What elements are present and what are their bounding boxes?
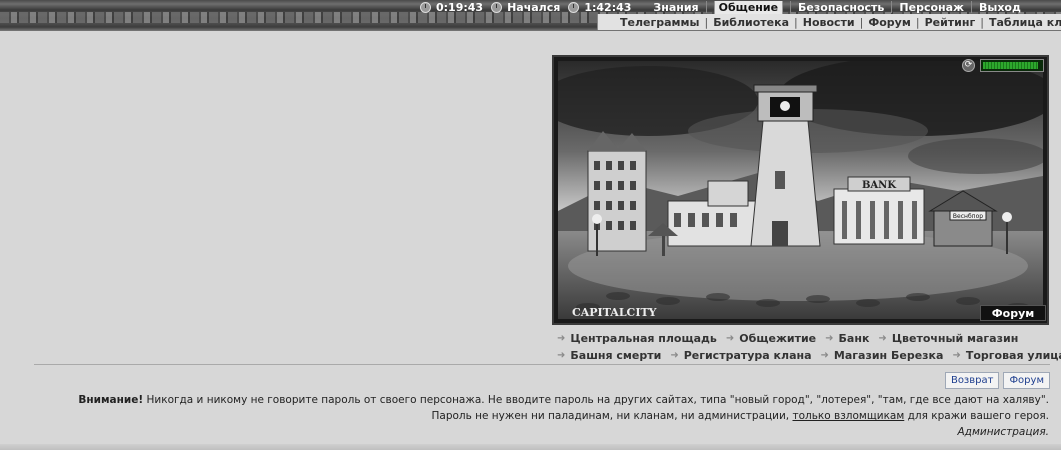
location-links: ➜ Центральная площадь ➜ Общежитие ➜ Банк ➜ Ц…: [557, 330, 1061, 364]
clock-time: 0:19:43: [436, 0, 484, 14]
submenu: Телеграммы | Библиотека | Новости | Фору…: [597, 14, 1061, 30]
menu-security[interactable]: Безопасность: [798, 1, 884, 14]
city-scene-frame: BANK Веснбпор: [552, 55, 1049, 325]
notice-text-2a: Пароль не нужен ни паладинам, ни кланам,…: [431, 410, 793, 422]
location-death-tower[interactable]: ➜ Башня смерти: [557, 347, 661, 364]
location-bank[interactable]: ➜ Банк: [825, 330, 869, 347]
menu-knowledge[interactable]: Знания: [653, 1, 698, 14]
arrow-right-icon: ➜: [557, 333, 566, 344]
top-bar: 0:19:43 Начался 1:42:43 Знания Общение Б…: [0, 0, 1061, 31]
main-menu: 0:19:43 Начался 1:42:43 Знания Общение Б…: [420, 0, 1028, 14]
location-central-square[interactable]: ➜ Центральная площадь: [557, 330, 717, 347]
submenu-telegrams[interactable]: Телеграммы: [620, 16, 699, 29]
menu-divider: [891, 1, 893, 13]
arrow-right-icon: ➜: [878, 333, 887, 344]
submenu-separator: |: [980, 15, 984, 29]
location-label: Магазин Березка: [833, 349, 944, 362]
notice-text-1: Никогда и никому не говорите пароль от с…: [143, 394, 1050, 406]
notice-hackers-link[interactable]: только взломщикам: [792, 410, 904, 422]
arrow-right-icon: ➜: [952, 350, 961, 361]
forum-button[interactable]: Форум: [1003, 372, 1050, 389]
menu-character[interactable]: Персонаж: [899, 1, 964, 14]
elapsed-clock: 1:42:43: [568, 1, 631, 14]
started-label: Начался: [507, 0, 561, 14]
shop-sign: Веснбпор: [953, 213, 983, 220]
location-berezka-shop[interactable]: ➜ Магазин Березка: [821, 347, 944, 364]
hp-bar-fill: [983, 62, 1039, 69]
scene-forum-button[interactable]: Форум: [980, 305, 1046, 321]
menu-divider: [971, 1, 972, 13]
action-buttons: Возврат Форум: [944, 372, 1050, 389]
location-label: Башня смерти: [570, 349, 662, 362]
bank-sign: BANK: [862, 180, 896, 191]
submenu-forum[interactable]: Форум: [868, 16, 911, 29]
arrow-right-icon: ➜: [557, 350, 566, 361]
clock-icon: [491, 1, 503, 13]
notice-line-2: Пароль не нужен ни паладинам, ни кланам,…: [20, 408, 1049, 424]
location-label: Торговая улица: [965, 349, 1061, 362]
submenu-separator: |: [859, 15, 864, 29]
submenu-rating[interactable]: Рейтинг: [925, 16, 976, 29]
city-name: CAPITALCITY: [572, 306, 657, 319]
refresh-icon[interactable]: ⟳: [962, 59, 975, 72]
session-clock: 0:19:43: [420, 1, 483, 14]
clock-icon: [420, 1, 431, 13]
arrow-right-icon: ➜: [820, 350, 829, 361]
location-label: Регистратура клана: [683, 349, 812, 362]
bottom-bar: [0, 444, 1061, 450]
location-label: Цветочный магазин: [891, 332, 1019, 345]
location-flower-shop[interactable]: ➜ Цветочный магазин: [878, 330, 1018, 347]
notice-text-2b: для кражи вашего героя.: [904, 410, 1049, 422]
notice-warning: Внимание!: [78, 394, 144, 406]
notice-line-1: Внимание! Никогда и никому не говорите п…: [20, 392, 1049, 408]
submenu-separator: |: [794, 15, 798, 29]
menu-exit[interactable]: Выход: [979, 1, 1021, 14]
submenu-library[interactable]: Библиотека: [713, 16, 789, 29]
hp-bar: [980, 59, 1044, 72]
submenu-news[interactable]: Новости: [803, 16, 855, 29]
submenu-clan-table[interactable]: Таблица кланов: [989, 16, 1061, 29]
arrow-right-icon: ➜: [825, 333, 834, 344]
location-label: Центральная площадь: [570, 332, 717, 345]
location-label: Общежитие: [739, 332, 817, 345]
submenu-separator: |: [704, 15, 709, 29]
back-button[interactable]: Возврат: [944, 372, 1000, 389]
security-notice: Внимание! Никогда и никому не говорите п…: [20, 392, 1049, 440]
city-illustration: BANK Веснбпор: [558, 61, 1043, 319]
location-trade-street[interactable]: ➜ Торговая улица: [952, 347, 1061, 364]
elapsed-time: 1:42:43: [584, 0, 632, 14]
divider: [34, 364, 1050, 365]
notice-signature: Администрация.: [957, 426, 1050, 438]
location-label: Банк: [838, 332, 870, 345]
location-clan-registry[interactable]: ➜ Регистратура клана: [670, 347, 811, 364]
arrow-right-icon: ➜: [725, 333, 735, 344]
started-clock: Начался: [491, 1, 560, 14]
location-dormitory[interactable]: ➜ Общежитие: [726, 330, 816, 347]
notice-line-3: Администрация.: [20, 424, 1050, 440]
menu-divider: [705, 1, 707, 13]
location-row: ➜ Башня смерти ➜ Регистратура клана ➜ Магаз…: [557, 347, 1061, 364]
arrow-right-icon: ➜: [670, 350, 679, 361]
menu-communication[interactable]: Общение: [713, 0, 784, 14]
clock-icon: [568, 1, 580, 13]
submenu-separator: |: [915, 15, 920, 29]
menu-divider: [790, 1, 792, 13]
location-row: ➜ Центральная площадь ➜ Общежитие ➜ Банк ➜ Ц…: [557, 330, 1057, 347]
city-scene[interactable]: BANK Веснбпор: [558, 61, 1043, 319]
